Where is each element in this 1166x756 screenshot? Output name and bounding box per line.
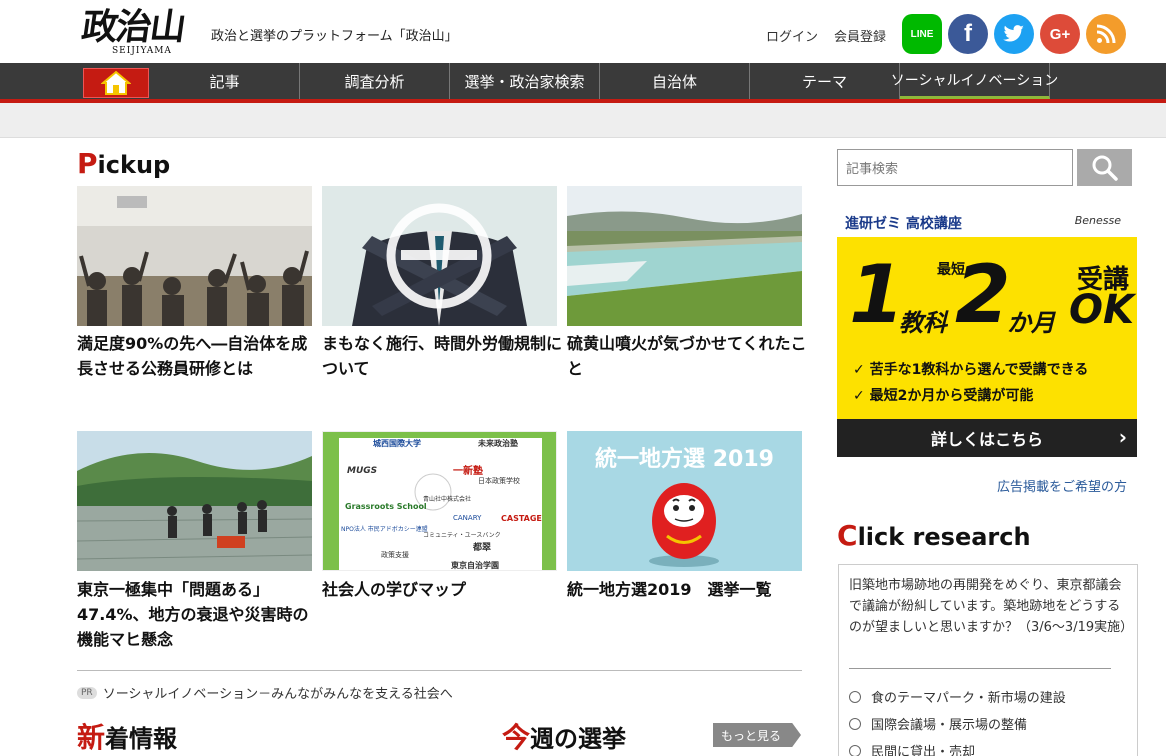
map-label: コミュニティ・ユースバンク — [423, 532, 501, 539]
click-research-heading: Click research — [837, 519, 1031, 552]
map-label: 未来政治塾 — [478, 439, 518, 448]
search-button[interactable] — [1077, 149, 1132, 186]
nav-item-research[interactable]: 調査分析 — [300, 63, 450, 99]
chevron-right-icon: › — [1118, 425, 1127, 449]
ad-brand-label: 進研ゼミ 高校講座 — [845, 216, 962, 232]
ad-number-two: 2 — [955, 248, 1011, 341]
pickup-card-6-title[interactable]: 統一地方選2019 選挙一覧 — [567, 577, 807, 602]
ad-ok: OK — [1069, 287, 1134, 333]
radio-button[interactable] — [849, 717, 861, 730]
nav-item-election-search[interactable]: 選挙・政治家検索 — [450, 63, 600, 99]
line-share-icon[interactable]: LINE — [902, 14, 942, 54]
survey-option-3[interactable]: 民間に貸出・売却 — [849, 741, 975, 756]
pickup-card-5-image[interactable]: 城西国際大学 未来政治塾 MUGS 一新塾 日本政策学校 Grassroots … — [322, 431, 557, 571]
map-label: 政策支援 — [381, 551, 409, 559]
nav-item-theme[interactable]: テーマ — [750, 63, 900, 99]
pickup-heading: Pickup — [77, 147, 171, 180]
logo-subtext: SEIJIYAMA — [112, 46, 172, 56]
radio-button[interactable] — [849, 744, 861, 756]
pickup-card-4-image[interactable] — [77, 431, 312, 571]
map-label: 日本政策学校 — [478, 477, 520, 485]
survey-question: 旧築地市場跡地の再開発をめぐり、東京都議会で議論が紛糾しています。築地跡地をどう… — [849, 578, 1134, 635]
survey-divider — [849, 668, 1111, 669]
nav-item-social-innovation[interactable]: ソーシャルイノベーション — [891, 63, 1058, 99]
survey-option-1[interactable]: 食のテーマパーク・新市場の建設 — [849, 687, 1066, 706]
more-button[interactable]: もっと見る — [713, 723, 801, 747]
ad-cta-button[interactable]: 詳しくはこちら › — [837, 419, 1137, 457]
map-label: 一新塾 — [453, 466, 483, 477]
pickup-card-3-title[interactable]: 硫黄山噴火が気づかせてくれたこと — [567, 331, 807, 381]
site-header: 政治山 SEIJIYAMA 政治と選挙のプラットフォーム「政治山」 ログイン 会… — [0, 0, 1166, 63]
site-logo[interactable]: 政治山 SEIJIYAMA — [79, 4, 204, 58]
site-tagline: 政治と選挙のプラットフォーム「政治山」 — [211, 29, 458, 44]
nav-home-button[interactable] — [83, 68, 149, 98]
pickup-card-5-title[interactable]: 社会人の学びマップ — [322, 577, 562, 602]
login-link[interactable]: ログイン — [766, 26, 818, 45]
content-divider — [77, 670, 802, 671]
pickup-card-1-image[interactable] — [77, 186, 312, 326]
map-label: 東京自治学園 — [451, 561, 499, 570]
ad-inquiry-link[interactable]: 広告掲載をご希望の方 — [997, 476, 1127, 495]
map-label: NPO法人 市民アドボカシー連盟 — [341, 526, 428, 533]
map-label: CANARY — [453, 514, 482, 522]
weekly-election-heading: 今週の選挙 — [502, 721, 627, 754]
twitter-icon[interactable] — [994, 14, 1034, 54]
ad-kyouka: 教科 — [899, 309, 947, 337]
ad-kagetsu: か月 — [1007, 309, 1055, 337]
nav-item-articles[interactable]: 記事 — [150, 63, 300, 99]
pickup-card-4-title[interactable]: 東京一極集中「問題ある」47.4%、地方の衰退や災害時の機能マヒ懸念 — [77, 577, 317, 652]
ad-feature-2: ✓ 最短2か月から受講が可能 — [853, 388, 1034, 404]
ad-cta-label: 詳しくはこちら — [930, 430, 1043, 449]
pickup-card-3-image[interactable] — [567, 186, 802, 326]
radio-button[interactable] — [849, 690, 861, 703]
map-label: Grassroots School — [345, 502, 427, 511]
search-input[interactable]: 記事検索 — [837, 149, 1073, 186]
advertisement-banner[interactable]: 進研ゼミ 高校講座 Benesse 1 教科 最短 2 か月 受講 OK ✓ 苦… — [837, 207, 1137, 457]
map-label: CASTAGE — [501, 514, 542, 523]
ad-feature-1: ✓ 苦手な1教科から選んで受講できる — [853, 362, 1089, 378]
click-research-box: 旧築地市場跡地の再開発をめぐり、東京都議会で議論が紛糾しています。築地跡地をどう… — [838, 564, 1138, 756]
main-nav: 記事 調査分析 選挙・政治家検索 自治体 テーマ ソーシャルイノベーション — [0, 63, 1166, 103]
register-link[interactable]: 会員登録 — [834, 26, 886, 45]
ad-number-one: 1 — [849, 248, 905, 341]
pr-link[interactable]: PR ソーシャルイノベーション－みんながみんなを支える社会へ — [77, 683, 453, 702]
survey-option-2[interactable]: 国際会議場・展示場の整備 — [849, 714, 1027, 733]
map-label: 都翠 — [473, 543, 492, 553]
news-heading: 新着情報 — [77, 721, 178, 754]
pr-badge: PR — [77, 686, 97, 699]
pickup-card-2-title[interactable]: まもなく施行、時間外労働規制について — [322, 331, 562, 381]
election-banner-text: 統一地方選 2019 — [595, 447, 774, 472]
ad-header: 進研ゼミ 高校講座 Benesse — [837, 207, 1137, 237]
pickup-card-6-image[interactable]: 統一地方選 2019 — [567, 431, 802, 571]
map-label: 青山社中株式会社 — [423, 496, 472, 503]
pickup-card-2-image[interactable] — [322, 186, 557, 326]
sub-nav-bar — [0, 103, 1166, 138]
search-icon — [1092, 155, 1118, 181]
pickup-card-1-title[interactable]: 満足度90%の先へ―自治体を成長させる公務員研修とは — [77, 331, 317, 381]
google-plus-icon[interactable]: G+ — [1040, 14, 1080, 54]
logo-text: 政治山 — [79, 6, 187, 48]
pr-link-text: ソーシャルイノベーション－みんながみんなを支える社会へ — [102, 687, 453, 702]
facebook-icon[interactable]: f — [948, 14, 988, 54]
rss-icon[interactable] — [1086, 14, 1126, 54]
map-label: 城西国際大学 — [373, 439, 421, 448]
home-icon — [101, 70, 131, 95]
ad-company-logo: Benesse — [1074, 214, 1121, 227]
map-label: MUGS — [347, 466, 378, 476]
nav-item-municipality[interactable]: 自治体 — [600, 63, 750, 99]
